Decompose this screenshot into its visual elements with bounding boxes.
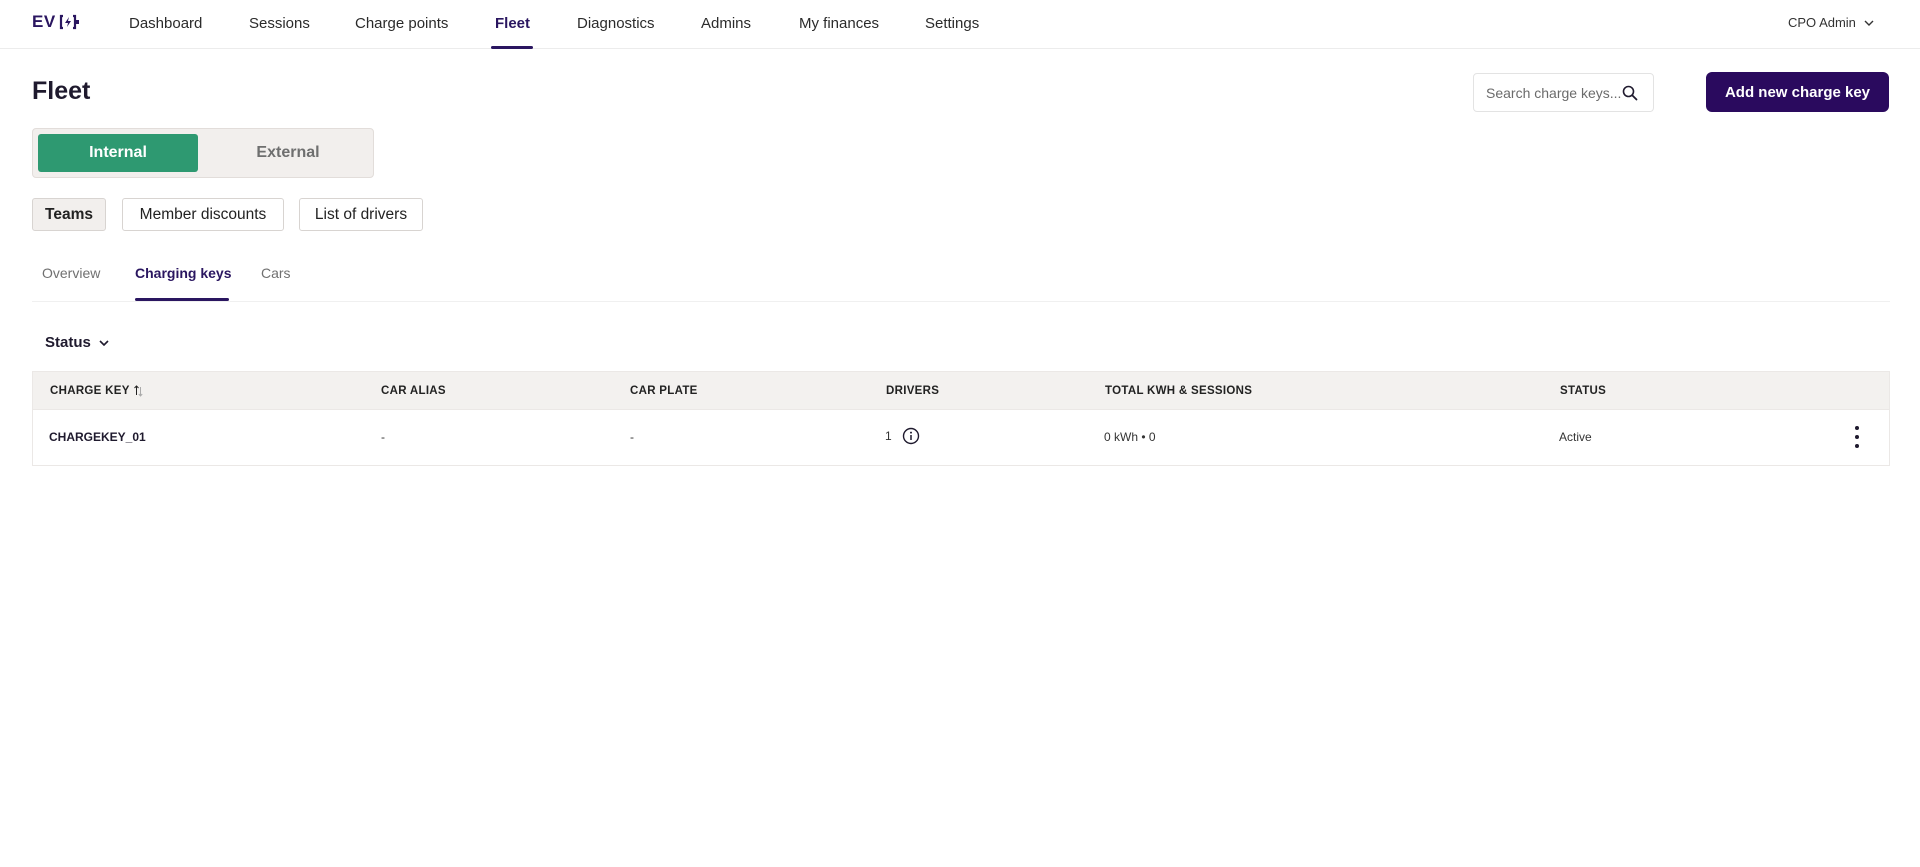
chevron-down-icon — [1864, 20, 1874, 26]
cell-drivers: 1 — [885, 427, 920, 445]
nav-admins[interactable]: Admins — [701, 15, 751, 32]
status-filter[interactable]: Status — [45, 334, 109, 351]
cell-charge-key: CHARGEKEY_01 — [49, 430, 146, 444]
pill-list-of-drivers[interactable]: List of drivers — [299, 198, 423, 231]
search-input[interactable] — [1486, 84, 1622, 101]
page-title: Fleet — [32, 77, 91, 105]
segment-external[interactable]: External — [208, 134, 368, 172]
pill-teams[interactable]: Teams — [32, 198, 106, 231]
column-header-car-alias: CAR ALIAS — [381, 385, 446, 397]
user-menu[interactable]: CPO Admin — [1788, 15, 1874, 30]
logo-text: EV — [32, 12, 56, 31]
cell-car-plate: - — [630, 430, 634, 444]
tab-cars[interactable]: Cars — [261, 265, 291, 281]
status-filter-label: Status — [45, 334, 91, 351]
nav-my-finances[interactable]: My finances — [799, 15, 879, 32]
nav-charge-points[interactable]: Charge points — [355, 15, 448, 32]
cell-car-alias: - — [381, 430, 385, 444]
nav-sessions[interactable]: Sessions — [249, 15, 310, 32]
nav-active-indicator — [491, 46, 533, 49]
column-header-total: TOTAL KWH & SESSIONS — [1105, 385, 1253, 397]
cell-status: Active — [1559, 430, 1592, 444]
chevron-down-icon — [99, 339, 109, 346]
tab-overview[interactable]: Overview — [42, 265, 100, 281]
column-header-car-plate: CAR PLATE — [630, 385, 698, 397]
app-logo[interactable]: EV — [32, 12, 81, 31]
segment-internal[interactable]: Internal — [38, 134, 198, 172]
table-header: CHARGE KEY CAR ALIAS CAR PLATE DRIVERS T… — [33, 372, 1889, 410]
pill-member-discounts[interactable]: Member discounts — [122, 198, 284, 231]
column-header-charge-key[interactable]: CHARGE KEY — [50, 385, 143, 397]
info-icon[interactable] — [902, 427, 920, 445]
table-row[interactable]: CHARGEKEY_01 - - 1 0 kWh • 0 Active — [33, 410, 1889, 466]
nav-settings[interactable]: Settings — [925, 15, 979, 32]
search-icon[interactable] — [1622, 85, 1638, 101]
top-navigation: EV Dashboard Sessions Charge points Flee… — [0, 0, 1920, 49]
sort-icon[interactable] — [133, 385, 143, 397]
drivers-count: 1 — [885, 429, 892, 443]
tab-charging-keys[interactable]: Charging keys — [135, 265, 231, 281]
tabs-divider — [32, 301, 1890, 302]
nav-dashboard[interactable]: Dashboard — [129, 15, 202, 32]
user-name: CPO Admin — [1788, 15, 1856, 30]
column-header-drivers: DRIVERS — [886, 385, 940, 397]
column-header-status: STATUS — [1560, 385, 1607, 397]
nav-diagnostics[interactable]: Diagnostics — [577, 15, 655, 32]
search-box[interactable] — [1473, 73, 1654, 112]
row-actions-menu-icon[interactable] — [1849, 426, 1865, 448]
column-header-charge-key-label: CHARGE KEY — [50, 385, 130, 397]
add-charge-key-button[interactable]: Add new charge key — [1706, 72, 1889, 112]
charging-keys-table: CHARGE KEY CAR ALIAS CAR PLATE DRIVERS T… — [32, 371, 1890, 466]
nav-fleet[interactable]: Fleet — [495, 15, 530, 32]
internal-external-toggle: Internal External — [32, 128, 374, 178]
cell-total: 0 kWh • 0 — [1104, 430, 1156, 444]
plug-logo-icon — [59, 14, 79, 30]
